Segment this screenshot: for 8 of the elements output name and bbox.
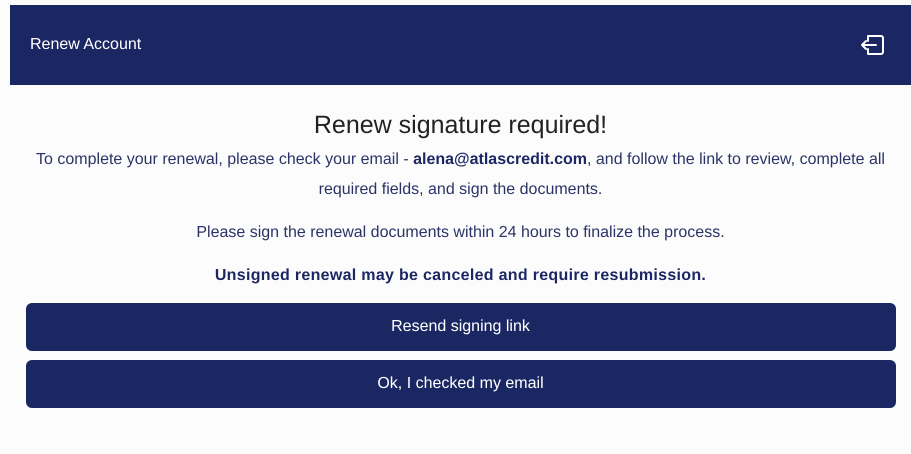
action-button[interactable]: Ok, I checked my email — [26, 360, 896, 408]
header-title: Renew Account — [30, 35, 142, 55]
exit-icon[interactable] — [859, 33, 885, 57]
action-button[interactable]: Resend signing link — [26, 303, 896, 351]
heading: Renew signature required! — [314, 110, 608, 141]
instruction-text: Please sign the renewal documents within 24 hours to finalize the process. — [196, 223, 725, 243]
warning-text: Unsigned renewal may be canceled and require resubmission. — [214, 266, 706, 286]
instruction-text: To complete your renewal, please check your email - alena@atlascredit.com, and follow the link to review, complete all required fields, and sign the documents. — [35, 150, 886, 200]
